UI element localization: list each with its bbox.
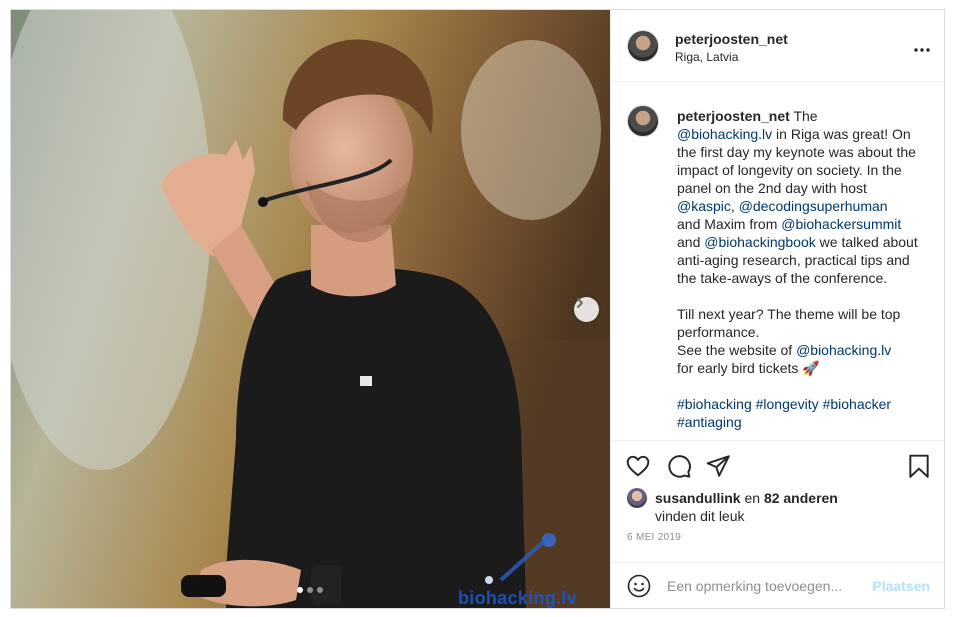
likes-connector: en <box>740 490 764 506</box>
action-bar: susandullink en 82 anderen vinden dit le… <box>611 440 944 562</box>
post-photo[interactable]: biohacking.lv <box>11 10 610 608</box>
comment-bar: Plaatsen <box>611 562 944 608</box>
like-button[interactable] <box>625 453 651 479</box>
mention-link[interactable]: @biohacking.lv <box>677 126 772 142</box>
caption-fragment: , <box>730 198 739 214</box>
hashtag-link[interactable]: #antiaging <box>677 414 742 430</box>
avatar[interactable] <box>627 30 659 62</box>
mention-link[interactable]: @decodingsuperhuman <box>739 198 888 214</box>
caption-avatar[interactable] <box>627 105 659 137</box>
post-details-panel: peterjoosten_net Riga, Latvia peterjoost… <box>610 10 944 608</box>
share-icon <box>706 455 730 477</box>
caption-fragment: The <box>793 108 818 124</box>
caption-text: peterjoosten_net The @biohacking.lv in R… <box>677 107 927 431</box>
mention-link[interactable]: @kaspic <box>677 198 731 214</box>
comment-button[interactable] <box>666 453 692 479</box>
likes-summary: susandullink en 82 anderen vinden dit le… <box>655 489 838 525</box>
caption-fragment: for early bird tickets 🚀 <box>677 360 820 376</box>
caption-scroll-area[interactable]: peterjoosten_net The @biohacking.lv in R… <box>611 83 944 440</box>
hashtag-link[interactable]: #longevity <box>756 396 819 412</box>
username-link[interactable]: peterjoosten_net <box>675 31 788 47</box>
likes-count-link[interactable]: 82 anderen <box>764 490 838 506</box>
carousel-dot <box>297 587 303 593</box>
liker-avatar[interactable] <box>627 488 647 508</box>
more-options-button[interactable] <box>914 36 930 57</box>
save-button[interactable] <box>906 453 932 479</box>
chevron-right-icon <box>577 298 583 308</box>
emoji-button[interactable] <box>627 574 651 598</box>
hashtag-link[interactable]: #biohacking <box>677 396 752 412</box>
carousel-dot <box>317 587 323 593</box>
post-card: biohacking.lv peterjoosten_net Riga, Lat… <box>10 9 945 609</box>
post-date[interactable]: 6 MEI 2019 <box>627 532 681 543</box>
caption-fragment: and Maxim from <box>677 216 778 232</box>
post-header: peterjoosten_net Riga, Latvia <box>611 10 944 82</box>
caption-fragment: we talked about anti-aging research, pra… <box>677 234 918 358</box>
post-comment-button[interactable]: Plaatsen <box>872 578 930 594</box>
likes-suffix: vinden dit leuk <box>655 508 745 524</box>
comment-icon <box>668 455 691 478</box>
next-slide-button[interactable] <box>574 297 599 322</box>
mention-link[interactable]: @biohackersummit <box>781 216 901 232</box>
caption-username[interactable]: peterjoosten_net <box>677 108 790 124</box>
mention-link[interactable]: @biohackingbook <box>704 234 816 250</box>
emoji-icon <box>627 574 651 598</box>
carousel-dot <box>307 587 313 593</box>
hashtag-link[interactable]: #biohacker <box>823 396 892 412</box>
photo-watermark: biohacking.lv <box>458 588 577 608</box>
liker-username[interactable]: susandullink <box>655 490 741 506</box>
heart-icon <box>626 455 650 477</box>
more-horizontal-icon <box>914 48 930 52</box>
comment-input[interactable] <box>667 576 867 596</box>
bookmark-icon <box>909 454 929 478</box>
location-link[interactable]: Riga, Latvia <box>675 50 738 64</box>
carousel-indicator <box>297 587 323 593</box>
share-button[interactable] <box>705 453 731 479</box>
mention-link[interactable]: @biohacking.lv <box>796 342 891 358</box>
caption-fragment: and <box>677 234 701 250</box>
speaker-photo-illustration <box>11 10 610 608</box>
